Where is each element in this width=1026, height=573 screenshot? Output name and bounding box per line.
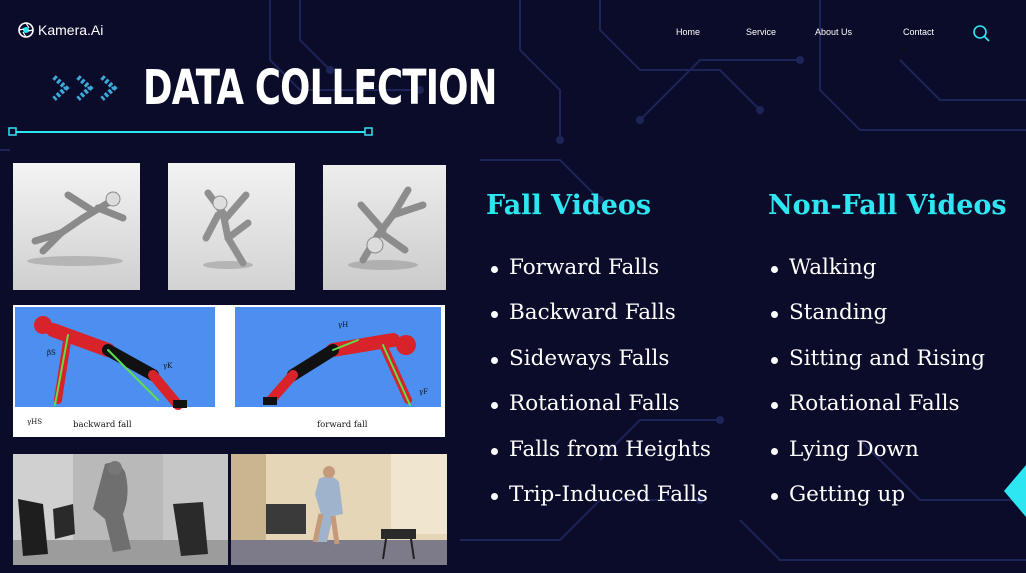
main-nav: Home Service About Us Contact — [0, 27, 1026, 41]
list-item: Walking — [769, 254, 985, 299]
list-item: Getting up — [769, 481, 985, 526]
non-fall-videos-list: Walking Standing Sitting and Rising Rota… — [769, 254, 985, 526]
list-item: Sitting and Rising — [769, 345, 985, 390]
gamma-f-symbol: γF — [419, 388, 428, 396]
page-title: DATA COLLECTION — [143, 60, 497, 116]
fall-videos-title: Fall Videos — [486, 190, 652, 221]
gamma-hs-symbol: γHS — [27, 418, 42, 426]
mannequin-backward-fall-image — [168, 163, 295, 290]
list-item: Forward Falls — [489, 254, 711, 299]
fall-videos-list: Forward Falls Backward Falls Sideways Fa… — [489, 254, 711, 526]
nav-about-us[interactable]: About Us — [815, 27, 852, 37]
triple-chevron-icon — [52, 75, 118, 101]
fall-biomechanics-diagram: βS γK γHS γH γF backward fall forward fa… — [13, 305, 445, 437]
list-item: Standing — [769, 299, 985, 344]
list-item: Rotational Falls — [489, 390, 711, 435]
title-underline — [8, 127, 373, 136]
forward-fall-label: forward fall — [317, 420, 368, 430]
mannequin-sideways-fall-image — [323, 165, 446, 290]
list-item: Lying Down — [769, 436, 985, 481]
gamma-k-symbol: γK — [163, 362, 173, 370]
next-arrow-icon[interactable] — [1004, 465, 1026, 517]
nav-home[interactable]: Home — [676, 27, 700, 37]
backward-fall-label: backward fall — [73, 420, 132, 430]
list-item: Backward Falls — [489, 299, 711, 344]
list-item: Falls from Heights — [489, 436, 711, 481]
nav-service[interactable]: Service — [746, 27, 776, 37]
gamma-h-symbol: γH — [338, 321, 348, 329]
depth-camera-frame — [13, 454, 228, 565]
list-item: Trip-Induced Falls — [489, 481, 711, 526]
beta-s-symbol: βS — [47, 349, 56, 357]
active-nav-indicator — [900, 48, 903, 51]
search-icon[interactable] — [972, 24, 990, 42]
rgb-camera-frame — [231, 454, 447, 565]
list-item: Rotational Falls — [769, 390, 985, 435]
nav-contact[interactable]: Contact — [903, 27, 934, 37]
non-fall-videos-title: Non-Fall Videos — [768, 190, 1007, 221]
list-item: Sideways Falls — [489, 345, 711, 390]
mannequin-forward-fall-image — [13, 163, 140, 290]
